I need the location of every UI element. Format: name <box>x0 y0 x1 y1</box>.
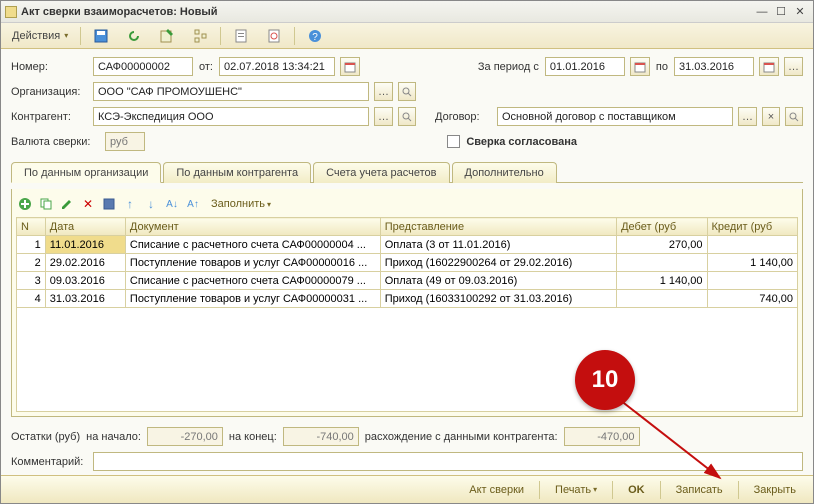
select-button[interactable]: … <box>374 82 393 101</box>
select-button[interactable]: … <box>738 107 757 126</box>
maximize-button[interactable]: ☐ <box>772 4 790 20</box>
dropdown-arrow-icon: ▾ <box>593 485 597 494</box>
separator <box>80 27 81 45</box>
act-sverki-button[interactable]: Акт сверки <box>458 480 535 500</box>
minimize-button[interactable]: — <box>753 4 771 20</box>
table-row[interactable]: 2 29.02.2016 Поступление товаров и услуг… <box>17 254 798 272</box>
toolbar-settings-icon[interactable] <box>259 25 289 47</box>
dog-label: Договор: <box>435 111 491 123</box>
toolbar-structure-icon[interactable] <box>185 25 215 47</box>
delete-row-icon[interactable]: ✕ <box>79 195 97 213</box>
start-label: на начало: <box>86 431 141 443</box>
end-label: на конец: <box>229 431 277 443</box>
open-button[interactable] <box>398 82 416 101</box>
add-row-icon[interactable] <box>16 195 34 213</box>
titlebar: Акт сверки взаиморасчетов: Новый — ☐ ✕ <box>1 1 813 23</box>
toolbar-refresh-icon[interactable] <box>119 25 149 47</box>
calendar-button[interactable] <box>340 57 360 76</box>
org-label: Организация: <box>11 86 87 98</box>
org-field[interactable] <box>93 82 369 101</box>
close-window-button[interactable]: ✕ <box>791 4 809 20</box>
col-repr[interactable]: Представление <box>380 218 616 236</box>
toolbar-basis-icon[interactable] <box>152 25 182 47</box>
period-label: За период с <box>478 61 539 73</box>
calendar-button[interactable] <box>759 57 779 76</box>
tab-org-data[interactable]: По данным организации <box>11 162 161 183</box>
svg-text:?: ? <box>312 32 318 43</box>
separator <box>539 481 540 499</box>
col-cred[interactable]: Кредит (руб <box>707 218 797 236</box>
open-button[interactable] <box>785 107 803 126</box>
toolbar-report-icon[interactable] <box>226 25 256 47</box>
edit-row-icon[interactable] <box>58 195 76 213</box>
col-doc[interactable]: Документ <box>125 218 380 236</box>
tab-accounts[interactable]: Счета учета расчетов <box>313 162 449 183</box>
dropdown-arrow-icon: ▾ <box>267 200 271 209</box>
data-grid[interactable]: N Дата Документ Представление Дебет (руб… <box>16 217 798 308</box>
datetime-field[interactable] <box>219 57 335 76</box>
toolbar-help-icon[interactable]: ? <box>300 25 330 47</box>
document-icon <box>5 6 17 18</box>
separator <box>294 27 295 45</box>
open-button[interactable] <box>398 107 416 126</box>
close-button[interactable]: Закрыть <box>743 480 807 500</box>
fill-menu[interactable]: Заполнить ▾ <box>205 196 277 212</box>
number-label: Номер: <box>11 61 87 73</box>
calendar-button[interactable] <box>630 57 650 76</box>
table-row[interactable]: 4 31.03.2016 Поступление товаров и услуг… <box>17 290 798 308</box>
contr-label: Контрагент: <box>11 111 87 123</box>
balance-start-field <box>147 427 223 446</box>
sort-asc-icon[interactable]: A↓ <box>163 195 181 213</box>
dog-field[interactable] <box>497 107 733 126</box>
select-button[interactable]: … <box>374 107 393 126</box>
balance-label: Остатки (руб) <box>11 431 80 443</box>
move-up-icon[interactable]: ↑ <box>121 195 139 213</box>
grid-panel: ✕ ↑ ↓ A↓ A↑ Заполнить ▾ N Дата Документ <box>11 189 803 417</box>
number-field[interactable] <box>93 57 193 76</box>
ot-label: от: <box>199 61 213 73</box>
main-toolbar: Действия ▾ ? <box>1 23 813 49</box>
tab-contr-data[interactable]: По данным контрагента <box>163 162 311 183</box>
curr-field[interactable] <box>105 132 145 151</box>
toolbar-save-icon[interactable] <box>86 25 116 47</box>
agree-label: Сверка согласована <box>466 136 577 148</box>
contr-field[interactable] <box>93 107 369 126</box>
comment-label: Комментарий: <box>11 456 87 468</box>
dropdown-arrow-icon: ▾ <box>64 31 68 40</box>
window-title: Акт сверки взаиморасчетов: Новый <box>21 6 752 18</box>
grid-toolbar: ✕ ↑ ↓ A↓ A↑ Заполнить ▾ <box>16 193 798 217</box>
balance-end-field <box>283 427 359 446</box>
po-label: по <box>656 61 668 73</box>
table-row[interactable]: 3 09.03.2016 Списание с расчетного счета… <box>17 272 798 290</box>
col-date[interactable]: Дата <box>45 218 125 236</box>
separator <box>220 27 221 45</box>
tabs: По данным организации По данным контраге… <box>11 161 803 183</box>
curr-label: Валюта сверки: <box>11 136 99 148</box>
period-from-field[interactable] <box>545 57 625 76</box>
agree-checkbox[interactable] <box>447 135 460 148</box>
actions-menu[interactable]: Действия ▾ <box>5 27 75 45</box>
sort-desc-icon[interactable]: A↑ <box>184 195 202 213</box>
copy-row-icon[interactable] <box>37 195 55 213</box>
tab-additional[interactable]: Дополнительно <box>452 162 557 183</box>
clear-button[interactable]: × <box>762 107 780 126</box>
period-to-field[interactable] <box>674 57 754 76</box>
annotation-badge: 10 <box>575 350 635 410</box>
col-deb[interactable]: Дебет (руб <box>617 218 707 236</box>
move-down-icon[interactable]: ↓ <box>142 195 160 213</box>
period-picker-button[interactable]: … <box>784 57 803 76</box>
end-edit-icon[interactable] <box>100 195 118 213</box>
print-menu[interactable]: Печать ▾ <box>544 480 608 500</box>
table-row[interactable]: 1 11.01.2016 Списание с расчетного счета… <box>17 236 798 254</box>
col-n[interactable]: N <box>17 218 46 236</box>
diff-label: расхождение с данными контрагента: <box>365 431 558 443</box>
